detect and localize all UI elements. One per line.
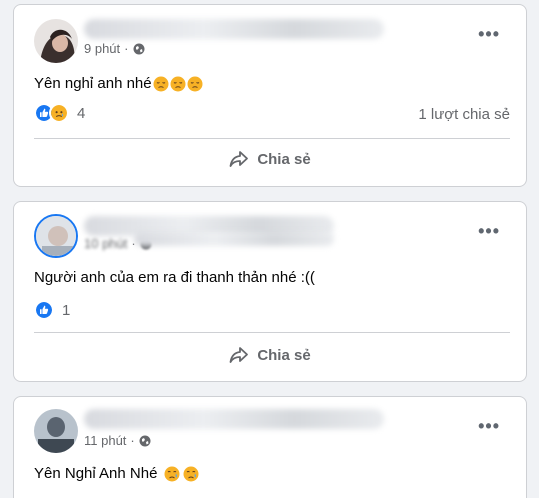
post-text-body: Yên nghỉ anh nhé [34,75,152,92]
author-name-redacted[interactable] [84,19,384,39]
reaction-count: 4 [77,104,86,122]
post-2: 10 phút · ••• Người anh của em ra đi tha… [13,201,527,382]
post-meta: 11 phút · [84,433,151,448]
post-text-body: Yên Nghỉ Anh Nhé [34,465,158,482]
avatar[interactable] [34,19,78,63]
share-count[interactable]: 1 lượt chia sẻ [418,106,510,123]
divider [34,138,510,139]
share-icon [229,151,249,167]
post-meta: 9 phút · [84,41,145,56]
disappointed-face-icon [153,76,169,91]
post-time[interactable]: 10 phút [84,236,127,251]
disappointed-face-icon [170,76,186,91]
post-text-body: Người anh của em ra đi thanh thản nhé :(… [34,269,315,286]
post-time[interactable]: 9 phút [84,41,120,56]
crying-face-icon [164,466,180,481]
share-icon [229,347,249,363]
post-3: 11 phút · ••• Yên Nghỉ Anh Nhé [13,396,527,498]
globe-icon [133,43,144,54]
more-options-icon[interactable]: ••• [478,222,500,240]
redaction-smear [134,232,334,246]
post-time[interactable]: 11 phút [84,433,126,448]
reaction-count: 1 [62,301,71,319]
crying-face-icon [183,466,199,481]
like-reaction-icon [34,300,54,320]
author-name-redacted[interactable] [84,409,384,429]
share-button-label: Chia sẻ [257,150,311,168]
post-1: 9 phút · ••• Yên nghỉ anh nhé 4 1 lượt c… [13,4,527,187]
more-options-icon[interactable]: ••• [478,25,500,43]
post-text: Yên Nghỉ Anh Nhé [34,465,199,482]
sad-reaction-icon [49,103,69,123]
avatar[interactable] [34,214,78,258]
reactions-summary[interactable]: 1 [34,300,70,320]
post-text: Yên nghỉ anh nhé [34,75,203,92]
share-button[interactable]: Chia sẻ [14,149,526,169]
share-button-label: Chia sẻ [257,346,311,364]
avatar[interactable] [34,409,78,453]
disappointed-face-icon [187,76,203,91]
more-options-icon[interactable]: ••• [478,417,500,435]
divider [34,332,510,333]
globe-icon [139,435,151,446]
share-button[interactable]: Chia sẻ [14,345,526,365]
post-text: Người anh của em ra đi thanh thản nhé :(… [34,269,315,286]
reactions-summary[interactable]: 4 [34,103,85,123]
